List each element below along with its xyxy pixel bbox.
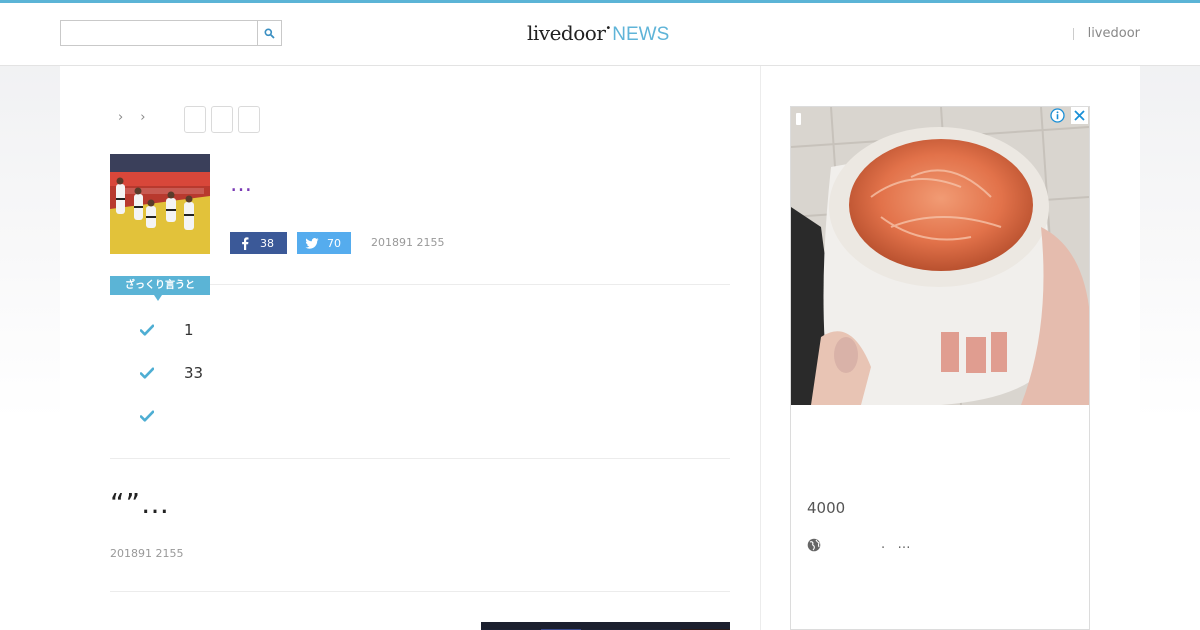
ad-info-icon[interactable] [1050,108,1065,123]
site-logo[interactable]: livedoor•NEWS [527,21,669,49]
related-article-date: 201891 2155 [110,547,184,560]
search-icon [264,28,275,39]
tag-chip[interactable] [211,106,233,133]
tag-chip[interactable] [184,106,206,133]
summary-point: 33 [140,364,203,382]
facebook-share-button[interactable]: 38 [230,232,287,254]
ad-product-photo [791,107,1089,405]
summary-point-text: 33 [184,364,204,382]
twitter-share-button[interactable]: 70 [297,232,351,254]
breadcrumb-separator: › [118,110,124,125]
next-article-thumbnail[interactable] [481,622,730,630]
check-icon [140,367,154,379]
breadcrumb: › › [118,110,145,125]
twitter-icon [297,237,327,249]
facebook-count: 38 [260,236,274,250]
close-icon [1074,110,1085,121]
twitter-count: 70 [327,236,341,250]
article-title[interactable]: … [230,172,253,197]
tag-chip[interactable] [238,106,260,133]
check-icon [140,410,154,422]
globe-icon [807,538,821,551]
facebook-icon [230,236,260,250]
summary-point [140,410,154,422]
ad-url[interactable]: . … [807,537,911,552]
related-article-title[interactable]: “”… [110,487,170,520]
site-header: livedoor•NEWS livedoor [0,3,1200,66]
summary-point: 1 [140,321,194,339]
summary-point-text: 1 [184,321,194,339]
search-input[interactable] [60,20,258,46]
article-thumbnail[interactable] [110,154,210,254]
breadcrumb-separator: › [140,110,146,125]
article-date: 201891 2155 [371,236,445,249]
ad-price: 4000 [807,499,846,517]
ad-image[interactable] [791,107,1089,405]
sidebar-ad[interactable]: 4000 . … [790,106,1090,630]
logo-dot: • [605,23,612,34]
search-box [60,20,282,46]
logo-news: NEWS [612,24,670,45]
livedoor-link[interactable]: livedoor [1088,26,1140,41]
logo-livedoor: livedoor [527,21,606,45]
header-divider [1072,27,1074,40]
check-icon [140,324,154,336]
judo-photo [110,154,210,254]
search-button[interactable] [257,20,282,46]
summary-badge: ざっくり言うと [110,276,210,295]
ad-url-text: . … [881,537,911,552]
ad-grip [796,113,801,125]
divider [110,458,730,459]
summary-badge-tail [154,295,162,301]
header-right: livedoor [1072,26,1140,41]
ad-close-button[interactable] [1071,107,1088,124]
divider [110,591,730,592]
article-card [60,66,760,630]
